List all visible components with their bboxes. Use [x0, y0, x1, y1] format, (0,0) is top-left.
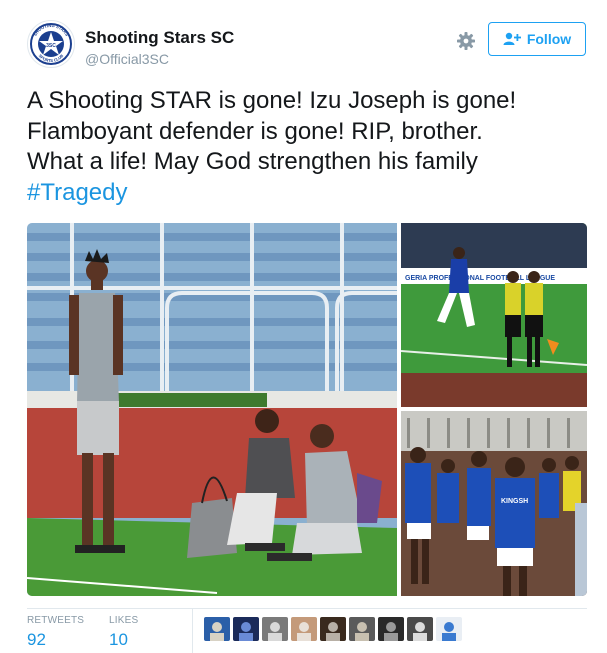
liker-avatar[interactable] — [204, 617, 230, 641]
retweets-label: RETWEETS — [27, 615, 85, 626]
add-user-icon — [503, 32, 521, 45]
liker-avatar[interactable] — [407, 617, 433, 641]
likes-label: LIKES — [109, 615, 139, 626]
tweet-line: A Shooting STAR is gone! Izu Joseph is g… — [27, 87, 517, 114]
liker-avatar[interactable] — [262, 617, 288, 641]
tweet-stats: RETWEETS 92 LIKES 10 — [27, 608, 587, 653]
likes-count: 10 — [109, 630, 128, 649]
likes-stat[interactable]: LIKES 10 — [109, 615, 138, 650]
stadium-photo[interactable] — [27, 223, 397, 596]
celebration-photo[interactable]: KINGSH — [401, 411, 587, 596]
account-name[interactable]: Shooting Stars SC — [85, 28, 234, 48]
follow-label: Follow — [526, 31, 572, 47]
gear-icon[interactable] — [454, 29, 478, 53]
hashtag-link[interactable]: #Tragedy — [27, 179, 128, 206]
shooting-stars-logo: 3SC SHOOTING STARS SPORTS CLUB — [29, 22, 73, 66]
media-grid[interactable]: GERIA PROFESSIONAL FOOTBALL LEAGUE KINGS… — [27, 223, 587, 596]
liker-avatar[interactable] — [233, 617, 259, 641]
follow-button[interactable]: Follow — [488, 22, 586, 56]
stats-divider — [192, 609, 193, 653]
retweets-count: 92 — [27, 630, 46, 649]
liker-avatar[interactable] — [378, 617, 404, 641]
tweet-line: What a life! May God strengthen his fami… — [27, 148, 478, 175]
tweet-line: Flamboyant defender is gone! RIP, brothe… — [27, 117, 483, 145]
account-handle[interactable]: @Official3SC — [85, 51, 169, 67]
liker-avatar[interactable] — [349, 617, 375, 641]
retweets-stat[interactable]: RETWEETS 92 — [27, 615, 84, 650]
avatar[interactable]: 3SC SHOOTING STARS SPORTS CLUB — [27, 20, 75, 68]
logo-text: 3SC — [46, 43, 56, 49]
liker-avatar[interactable] — [320, 617, 346, 641]
match-photo[interactable]: GERIA PROFESSIONAL FOOTBALL LEAGUE — [400, 223, 587, 407]
liker-avatars — [204, 617, 462, 641]
shirt-text: KINGSH — [501, 498, 528, 505]
liker-avatar[interactable] — [291, 617, 317, 641]
tweet-text: A Shooting STAR is gone! Izu Joseph is g… — [27, 86, 587, 208]
liker-avatar[interactable] — [436, 617, 462, 641]
